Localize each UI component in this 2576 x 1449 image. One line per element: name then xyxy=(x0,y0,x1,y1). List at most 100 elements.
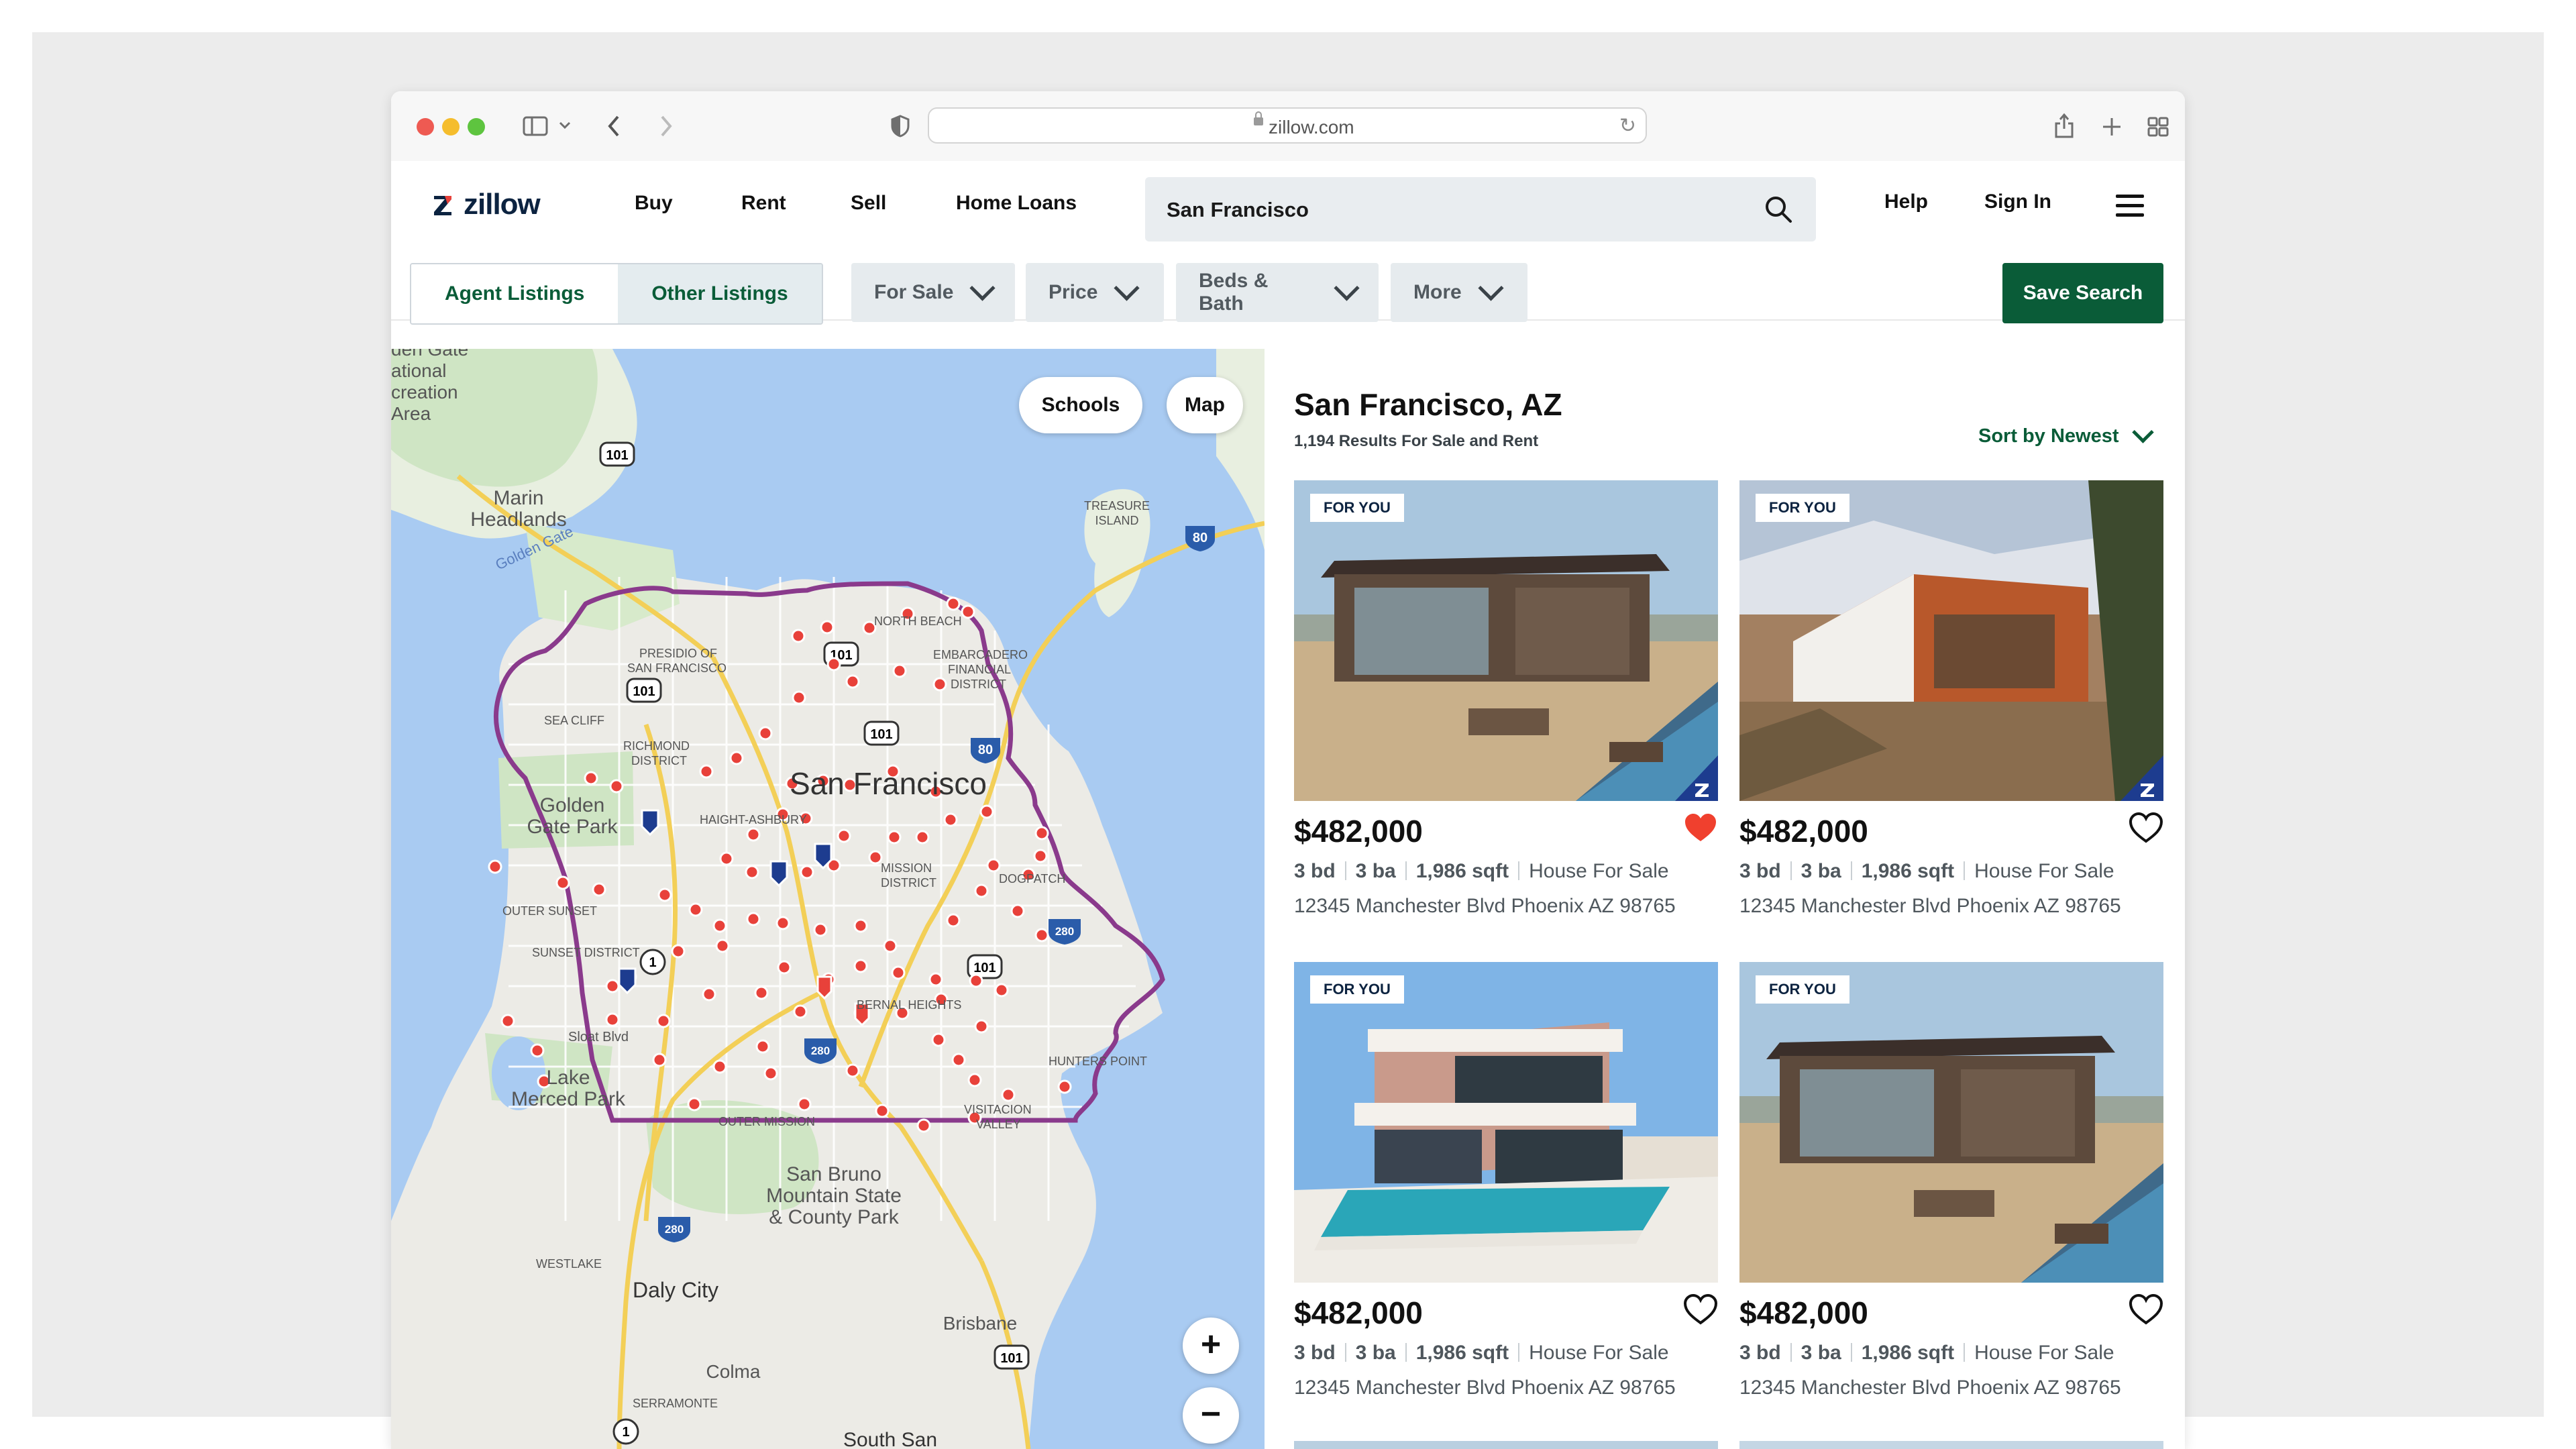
map-label: ational xyxy=(391,360,447,381)
shield-101-f-label: 101 xyxy=(1000,1351,1022,1366)
listing-facts: 3 bd 3 ba 1,986 sqft House For Sale xyxy=(1739,860,2114,883)
map-label: VALLEY xyxy=(976,1118,1021,1131)
sort-dropdown[interactable]: Sort by Newest xyxy=(1978,421,2154,447)
beds-bath-dropdown[interactable]: Beds & Bath xyxy=(1176,263,1379,322)
map-label: BERNAL HEIGHTS xyxy=(857,998,961,1012)
minimize-window-button[interactable] xyxy=(442,118,460,136)
listing-card[interactable]: FOR YOU $482,000 3 bd 3 ba 1,986 sqft House… xyxy=(1739,962,2163,1399)
agent-listings-tab[interactable]: Agent Listings xyxy=(411,264,619,323)
search-icon[interactable] xyxy=(1764,195,1793,224)
listing-card[interactable]: FOR YOU $482,000 3 bd 3 ba 1,986 sqft House… xyxy=(1294,962,1718,1399)
map-label: San Bruno xyxy=(786,1163,881,1185)
menu-icon[interactable] xyxy=(2116,195,2144,217)
nav-sell[interactable]: Sell xyxy=(851,192,886,215)
listing-type: House For Sale xyxy=(1974,860,2114,882)
nav-buy[interactable]: Buy xyxy=(635,192,673,215)
listing-card[interactable]: FOR YOU $482,000 3 bd 3 ba 1,986 sqft House… xyxy=(1739,480,2163,917)
results-panel: San Francisco, AZ 1,194 Results For Sale… xyxy=(1265,349,2185,1449)
house-photo xyxy=(1739,962,2163,1283)
chevron-down-icon xyxy=(969,274,996,301)
house-photo xyxy=(1739,480,2163,801)
shield-280-a-label: 280 xyxy=(1055,925,1074,938)
heart-icon[interactable] xyxy=(2129,1293,2163,1326)
beds-bath-label: Beds & Bath xyxy=(1199,270,1269,315)
zillow-logo-icon xyxy=(434,196,451,215)
map-label: DISTRICT xyxy=(951,678,1006,691)
zillow-logo[interactable]: zillow xyxy=(431,188,541,221)
results-count: 1,194 Results For Sale and Rent xyxy=(1294,432,1539,450)
listing-card-peek[interactable] xyxy=(1739,1441,2163,1449)
listing-address: 12345 Manchester Blvd Phoenix AZ 98765 xyxy=(1294,895,1676,917)
map-label: Sloat Blvd xyxy=(568,1030,629,1044)
close-window-button[interactable] xyxy=(417,118,434,136)
search-input[interactable] xyxy=(1165,193,1745,227)
map-type-button[interactable]: Map xyxy=(1167,377,1243,433)
shield-80-b-label: 80 xyxy=(978,743,993,757)
map-label: DISTRICT xyxy=(881,876,936,890)
map-canvas[interactable]: 101 101 101 101 101 101 80 80 280 280 28… xyxy=(391,349,1265,1449)
listing-price: $482,000 xyxy=(1294,1295,1423,1330)
listing-photo[interactable]: FOR YOU xyxy=(1294,480,1718,801)
nav-home-loans[interactable]: Home Loans xyxy=(956,192,1077,215)
listing-photo[interactable]: FOR YOU xyxy=(1739,962,2163,1283)
shield-icon[interactable] xyxy=(890,114,910,138)
schools-layer-button[interactable]: Schools xyxy=(1019,377,1142,433)
back-icon[interactable] xyxy=(606,114,621,138)
tab-overview-icon[interactable] xyxy=(2147,117,2169,137)
listing-photo[interactable]: FOR YOU xyxy=(1294,962,1718,1283)
map-view[interactable]: 101 101 101 101 101 101 80 80 280 280 28… xyxy=(391,349,1265,1449)
site-header: zillow Buy Rent Sell Home Loans Help Sig… xyxy=(391,161,2185,244)
map-label: SEA CLIFF xyxy=(544,714,604,727)
zoom-out-button[interactable]: − xyxy=(1183,1387,1239,1444)
map-label: Gate Park xyxy=(527,816,618,838)
map-label: OUTER SUNSET xyxy=(502,904,597,918)
sidebar-icon[interactable] xyxy=(523,115,549,137)
listing-card[interactable]: FOR YOU $482,000 3 bd 3 ba 1,986 sqft House… xyxy=(1294,480,1718,917)
other-listings-tab[interactable]: Other Listings xyxy=(618,264,822,323)
address-bar[interactable]: zillow.com ↻ xyxy=(928,107,1647,144)
heart-icon[interactable] xyxy=(1683,1293,1718,1326)
map-label: Brisbane xyxy=(943,1313,1018,1334)
reload-icon[interactable]: ↻ xyxy=(1619,114,1636,138)
listing-baths: 3 ba xyxy=(1801,1342,1841,1364)
forward-icon[interactable] xyxy=(659,114,674,138)
share-icon[interactable] xyxy=(2053,111,2075,140)
zillow-badge-icon xyxy=(2121,755,2163,801)
save-search-button[interactable]: Save Search xyxy=(2002,263,2163,323)
map-label: SUNSET DISTRICT xyxy=(532,946,640,959)
maximize-window-button[interactable] xyxy=(468,118,485,136)
listing-card-peek[interactable] xyxy=(1294,1441,1718,1449)
shield-280-b-label: 280 xyxy=(811,1044,830,1057)
zoom-in-button[interactable]: + xyxy=(1183,1318,1239,1374)
more-dropdown[interactable]: More xyxy=(1391,263,1527,322)
help-link[interactable]: Help xyxy=(1884,191,1928,213)
heart-icon[interactable] xyxy=(2129,812,2163,844)
shield-101-d: 101 xyxy=(863,720,900,746)
shield-80-a: 80 xyxy=(1185,526,1215,551)
map-label: ISLAND xyxy=(1095,514,1138,527)
map-label: VISITACION xyxy=(964,1103,1032,1116)
chevron-down-icon[interactable] xyxy=(559,121,571,130)
shield-280-c-label: 280 xyxy=(665,1223,684,1236)
shield-101-a: 101 xyxy=(599,441,635,467)
sign-in-link[interactable]: Sign In xyxy=(1984,191,2051,213)
listing-sqft: 1,986 sqft xyxy=(1861,860,1955,882)
shield-101-f: 101 xyxy=(994,1344,1030,1370)
map-label: HAIGHT-ASHBURY xyxy=(700,813,807,826)
nav-rent[interactable]: Rent xyxy=(741,192,786,215)
for-sale-dropdown[interactable]: For Sale xyxy=(851,263,1015,322)
url-text: zillow.com xyxy=(1269,117,1354,138)
map-label: Golden xyxy=(540,794,605,816)
shield-101-a-label: 101 xyxy=(606,448,628,463)
new-tab-icon[interactable] xyxy=(2102,117,2122,137)
listing-price: $482,000 xyxy=(1739,1295,1868,1330)
map-label: South San xyxy=(843,1429,937,1449)
heart-icon[interactable] xyxy=(1683,812,1718,844)
listing-photo[interactable]: FOR YOU xyxy=(1739,480,2163,801)
price-dropdown[interactable]: Price xyxy=(1026,263,1164,322)
map-label: Daly City xyxy=(633,1278,718,1302)
shield-101-c-label: 101 xyxy=(633,684,655,699)
listing-facts: 3 bd 3 ba 1,986 sqft House For Sale xyxy=(1739,1342,2114,1364)
results-title: San Francisco, AZ xyxy=(1294,387,1562,422)
listing-baths: 3 ba xyxy=(1355,1342,1396,1364)
